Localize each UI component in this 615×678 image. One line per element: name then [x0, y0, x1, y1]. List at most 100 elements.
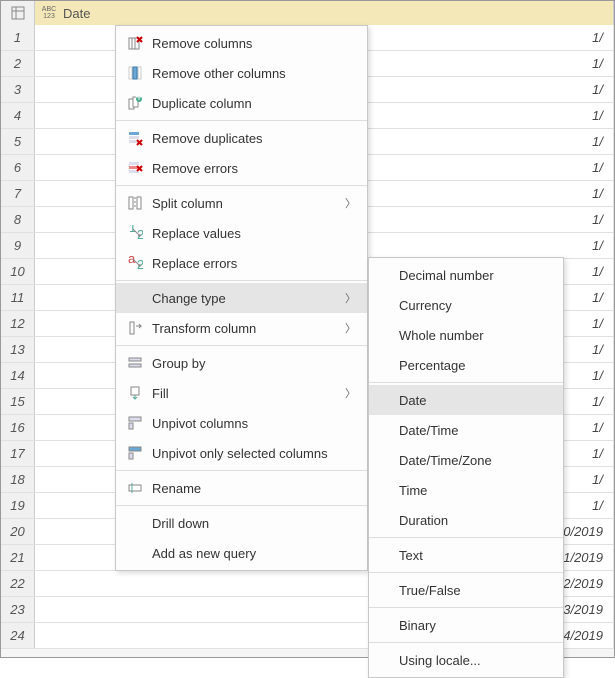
- submenu-percentage[interactable]: Percentage: [369, 350, 563, 380]
- menu-separator: [116, 280, 367, 281]
- split-column-icon: [124, 193, 146, 213]
- rename-icon: [124, 478, 146, 498]
- row-number: 11: [1, 285, 35, 310]
- row-number: 1: [1, 25, 35, 50]
- menu-replace-values[interactable]: 12 Replace values: [116, 218, 367, 248]
- svg-text:1: 1: [129, 225, 136, 235]
- row-number: 7: [1, 181, 35, 206]
- menu-label: Replace values: [152, 226, 359, 241]
- menu-label: Decimal number: [399, 268, 555, 283]
- menu-label: Change type: [152, 291, 345, 306]
- add-query-icon: [124, 543, 146, 563]
- column-name-label: Date: [63, 6, 90, 21]
- table-corner[interactable]: [1, 1, 35, 25]
- drill-down-icon: [124, 513, 146, 533]
- replace-values-icon: 12: [124, 223, 146, 243]
- row-number: 12: [1, 311, 35, 336]
- change-type-submenu: Decimal number Currency Whole number Per…: [368, 257, 564, 678]
- menu-group-by[interactable]: Group by: [116, 348, 367, 378]
- menu-label: Replace errors: [152, 256, 359, 271]
- change-type-icon: [124, 288, 146, 308]
- menu-label: True/False: [399, 583, 555, 598]
- menu-change-type[interactable]: Change type 〉: [116, 283, 367, 313]
- remove-duplicates-icon: [124, 128, 146, 148]
- menu-separator: [369, 642, 563, 643]
- row-number: 3: [1, 77, 35, 102]
- submenu-using-locale[interactable]: Using locale...: [369, 645, 563, 675]
- menu-add-as-new-query[interactable]: Add as new query: [116, 538, 367, 568]
- header-row: ABC 123 Date: [1, 1, 614, 25]
- fill-icon: [124, 383, 146, 403]
- menu-rename[interactable]: Rename: [116, 473, 367, 503]
- row-number: 14: [1, 363, 35, 388]
- transform-column-icon: [124, 318, 146, 338]
- menu-remove-columns[interactable]: Remove columns: [116, 28, 367, 58]
- remove-other-columns-icon: [124, 63, 146, 83]
- menu-drill-down[interactable]: Drill down: [116, 508, 367, 538]
- menu-label: Unpivot only selected columns: [152, 446, 359, 461]
- menu-unpivot-columns[interactable]: Unpivot columns: [116, 408, 367, 438]
- menu-label: Whole number: [399, 328, 555, 343]
- row-number: 5: [1, 129, 35, 154]
- submenu-currency[interactable]: Currency: [369, 290, 563, 320]
- menu-label: Group by: [152, 356, 359, 371]
- submenu-decimal-number[interactable]: Decimal number: [369, 260, 563, 290]
- menu-label: Remove other columns: [152, 66, 359, 81]
- unpivot-columns-icon: [124, 413, 146, 433]
- chevron-right-icon: 〉: [345, 320, 359, 336]
- menu-unpivot-only-selected[interactable]: Unpivot only selected columns: [116, 438, 367, 468]
- row-number: 21: [1, 545, 35, 570]
- unpivot-selected-icon: [124, 443, 146, 463]
- chevron-right-icon: 〉: [345, 290, 359, 306]
- submenu-text[interactable]: Text: [369, 540, 563, 570]
- row-number: 4: [1, 103, 35, 128]
- row-number: 10: [1, 259, 35, 284]
- menu-label: Date: [399, 393, 555, 408]
- menu-remove-errors[interactable]: Remove errors: [116, 153, 367, 183]
- menu-separator: [116, 185, 367, 186]
- row-number: 17: [1, 441, 35, 466]
- menu-label: Text: [399, 548, 555, 563]
- submenu-duration[interactable]: Duration: [369, 505, 563, 535]
- menu-label: Unpivot columns: [152, 416, 359, 431]
- menu-fill[interactable]: Fill 〉: [116, 378, 367, 408]
- menu-label: Duplicate column: [152, 96, 359, 111]
- chevron-right-icon: 〉: [345, 385, 359, 401]
- menu-label: Time: [399, 483, 555, 498]
- menu-label: Date/Time/Zone: [399, 453, 555, 468]
- menu-separator: [116, 470, 367, 471]
- submenu-binary[interactable]: Binary: [369, 610, 563, 640]
- menu-label: Duration: [399, 513, 555, 528]
- menu-label: Remove columns: [152, 36, 359, 51]
- menu-separator: [369, 382, 563, 383]
- menu-split-column[interactable]: Split column 〉: [116, 188, 367, 218]
- row-number: 24: [1, 623, 35, 648]
- group-by-icon: [124, 353, 146, 373]
- row-number: 6: [1, 155, 35, 180]
- row-number: 8: [1, 207, 35, 232]
- menu-label: Using locale...: [399, 653, 555, 668]
- row-number: 13: [1, 337, 35, 362]
- submenu-date-time[interactable]: Date/Time: [369, 415, 563, 445]
- row-number: 20: [1, 519, 35, 544]
- menu-label: Currency: [399, 298, 555, 313]
- menu-label: Remove duplicates: [152, 131, 359, 146]
- menu-separator: [369, 572, 563, 573]
- duplicate-column-icon: +: [124, 93, 146, 113]
- submenu-whole-number[interactable]: Whole number: [369, 320, 563, 350]
- submenu-true-false[interactable]: True/False: [369, 575, 563, 605]
- menu-duplicate-column[interactable]: + Duplicate column: [116, 88, 367, 118]
- menu-remove-other-columns[interactable]: Remove other columns: [116, 58, 367, 88]
- submenu-date-time-zone[interactable]: Date/Time/Zone: [369, 445, 563, 475]
- menu-remove-duplicates[interactable]: Remove duplicates: [116, 123, 367, 153]
- menu-label: Date/Time: [399, 423, 555, 438]
- column-header-date[interactable]: ABC 123 Date: [35, 1, 614, 25]
- row-number: 19: [1, 493, 35, 518]
- menu-replace-errors[interactable]: a2 Replace errors: [116, 248, 367, 278]
- row-number: 9: [1, 233, 35, 258]
- row-number: 15: [1, 389, 35, 414]
- remove-columns-icon: [124, 33, 146, 53]
- submenu-date[interactable]: Date: [369, 385, 563, 415]
- menu-transform-column[interactable]: Transform column 〉: [116, 313, 367, 343]
- submenu-time[interactable]: Time: [369, 475, 563, 505]
